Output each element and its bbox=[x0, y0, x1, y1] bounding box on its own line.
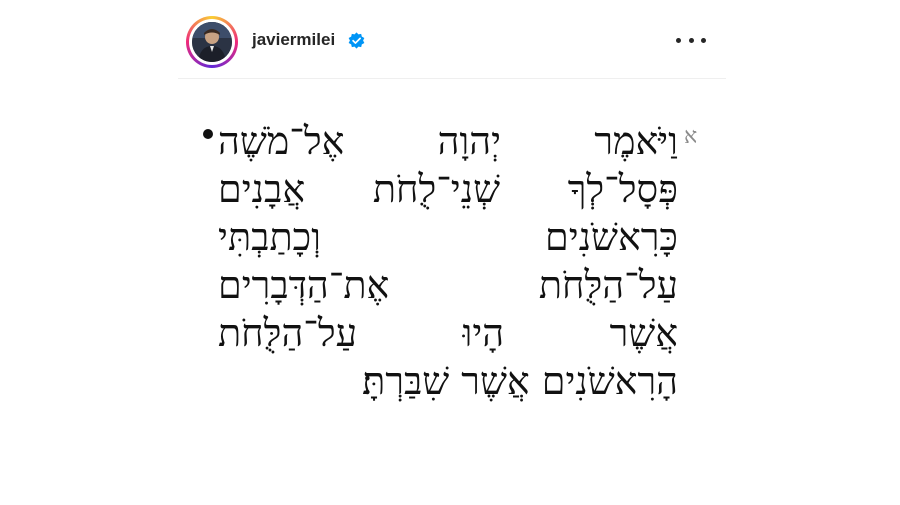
verse-line: פְּסָל־לְךָ שְׁנֵי־לֻחֹת אֲבָנִים bbox=[218, 167, 678, 211]
story-ring[interactable] bbox=[186, 16, 238, 68]
verified-badge-icon bbox=[348, 32, 365, 49]
more-options-icon[interactable] bbox=[676, 28, 706, 52]
post-username[interactable]: javiermilei bbox=[252, 30, 335, 50]
verse-line: כָּרִאשֹׁנִים וְכָתַבְתִּי bbox=[218, 215, 678, 259]
verse-line: עַל־הַלֻּחֹת אֶת־הַדְּבָרִים bbox=[218, 263, 678, 307]
verse-line: וַיֹּאמֶר יְהוָה אֶל־מֹשֶׁה bbox=[218, 119, 678, 163]
hebrew-verse: וַיֹּאמֶר יְהוָה אֶל־מֹשֶׁה פְּסָל־לְךָ … bbox=[218, 117, 678, 405]
post-header: javiermilei bbox=[178, 0, 726, 79]
instagram-post-card: javiermilei א וַיֹּאמֶר יְהוָה אֶל־מֹשֶׁ… bbox=[178, 0, 726, 505]
post-image: א וַיֹּאמֶר יְהוָה אֶל־מֹשֶׁה פְּסָל־לְך… bbox=[178, 79, 726, 505]
avatar[interactable] bbox=[192, 22, 232, 62]
verse-number: א bbox=[684, 124, 698, 149]
verse-line: אֲשֶׁר הָיוּ עַל־הַלֻּחֹת bbox=[218, 311, 678, 355]
avatar-image bbox=[192, 22, 232, 62]
bullet-dot bbox=[203, 129, 213, 139]
verse-line: הָרִאשֹׁנִים אֲשֶׁר שִׁבַּרְתָּ׃ bbox=[362, 359, 678, 403]
